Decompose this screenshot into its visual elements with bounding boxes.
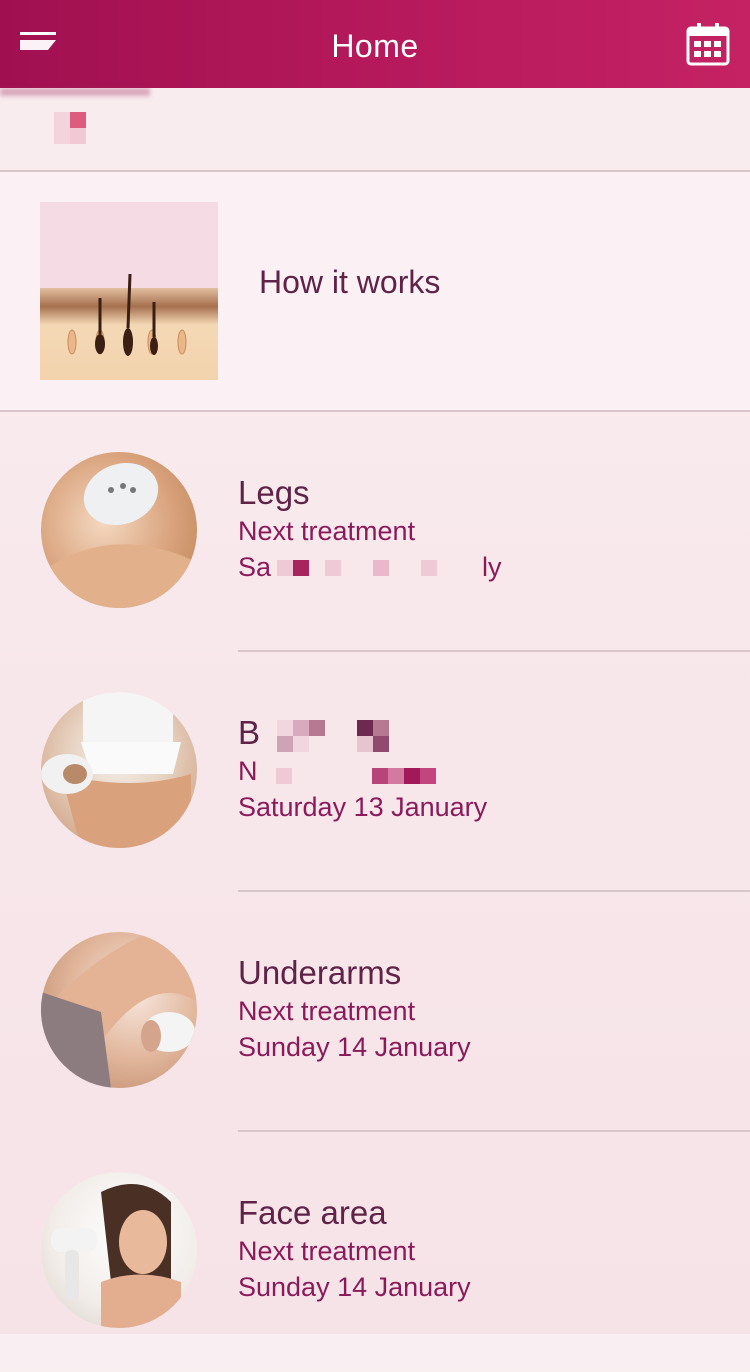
privacy-mosaic	[70, 128, 86, 144]
bikini-image	[41, 692, 197, 848]
treatment-area-name: Face area	[238, 1194, 387, 1231]
next-treatment-date: Sa	[238, 552, 272, 582]
treatment-area-name: Underarms	[238, 954, 402, 991]
treatment-row-face[interactable]: Face area Next treatment Sunday 14 Janua…	[0, 1132, 750, 1372]
legs-image	[41, 452, 197, 608]
treatment-row-legs[interactable]: Legs Next treatment Sa ly	[0, 412, 750, 652]
treatment-area-name: Legs	[238, 474, 310, 511]
next-treatment-label: Next treatment	[238, 516, 416, 546]
calendar-button[interactable]	[686, 22, 730, 66]
hair-follicle-illustration	[40, 202, 218, 380]
calendar-icon	[686, 23, 730, 66]
app-header: Home	[0, 0, 750, 88]
next-treatment-date: Sunday 14 January	[238, 1272, 471, 1302]
next-treatment-date-suffix: ly	[482, 552, 502, 582]
treatment-row-bikini[interactable]: B N Saturday 13 January	[0, 652, 750, 892]
header-shadow	[0, 88, 150, 96]
how-it-works-card[interactable]: How it works	[0, 172, 750, 410]
face-image	[41, 1172, 197, 1328]
next-treatment-label: N	[238, 756, 258, 786]
how-it-works-label: How it works	[259, 264, 441, 300]
next-treatment-label: Next treatment	[238, 1236, 416, 1266]
privacy-mosaic	[54, 112, 70, 144]
top-strip	[0, 88, 750, 170]
next-treatment-date: Sunday 14 January	[238, 1032, 471, 1062]
treatment-row-underarms[interactable]: Underarms Next treatment Sunday 14 Janua…	[0, 892, 750, 1132]
treatment-area-name: B	[238, 714, 261, 751]
next-treatment-date: Saturday 13 January	[238, 792, 488, 822]
underarms-image	[41, 932, 197, 1088]
page-title: Home	[331, 28, 419, 64]
privacy-mosaic	[70, 112, 86, 128]
next-treatment-label: Next treatment	[238, 996, 416, 1026]
